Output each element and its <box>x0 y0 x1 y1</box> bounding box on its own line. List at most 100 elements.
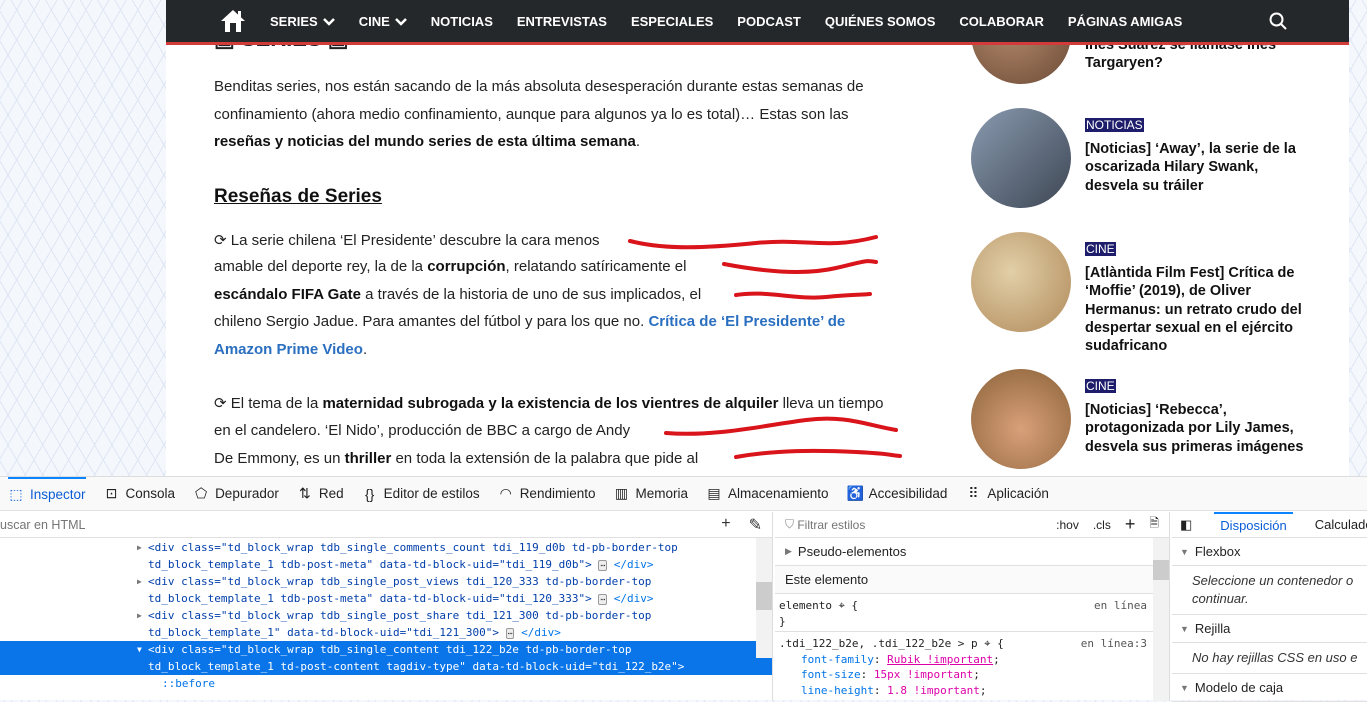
flexbox-section[interactable]: ▼ Flexbox <box>1172 538 1367 566</box>
add-rule-icon[interactable]: + <box>1125 514 1136 535</box>
nav-item-label: ENTREVISTAS <box>516 13 607 29</box>
html-node[interactable]: ▶ <div class="td_block_wrap tdb_single_po… <box>0 573 772 607</box>
pseudo-before-node[interactable]: ::before <box>0 675 772 692</box>
tab-label: Consola <box>125 486 176 501</box>
eyedropper-icon[interactable]: ✎ <box>749 515 762 535</box>
expand-triangle-icon[interactable]: ▶ <box>137 607 142 624</box>
text-line: escándalo FIFA Gate a través de la histo… <box>214 286 701 303</box>
node-line: <div class="td_block_wrap tdb_single_com… <box>148 541 678 554</box>
nav-item[interactable]: PODCAST <box>737 14 801 29</box>
category-badge[interactable]: CINE <box>1085 379 1116 393</box>
category-badge[interactable]: CINE <box>1085 242 1116 256</box>
css-declaration[interactable]: line-height: 1.8 !important; <box>779 683 1149 699</box>
closing-tag: </div> <box>521 626 561 639</box>
braces-icon: {} <box>364 485 375 502</box>
nav-item[interactable]: COLABORAR <box>959 14 1044 29</box>
filter-icon: ⛉ <box>785 517 798 531</box>
text-segment: . <box>362 341 368 358</box>
tab-aplicación[interactable]: ⠿ Aplicación <box>965 477 1049 511</box>
tab-computed[interactable]: Calculado <box>1315 517 1367 532</box>
sidebar-toggle-icon[interactable]: ◧ <box>1180 517 1192 533</box>
nav-item[interactable]: ENTREVISTAS <box>517 14 607 29</box>
filter-styles-input[interactable] <box>797 517 953 532</box>
nav-item[interactable]: CINE <box>359 14 407 29</box>
collapsed-children-icon[interactable]: ⋯ <box>598 594 608 605</box>
nav-item[interactable]: QUIÉNES SOMOS <box>825 14 936 29</box>
article-link[interactable]: Crítica de ‘El Presidente’ de <box>648 313 845 330</box>
css-declaration[interactable]: font-family: Rubik !important; <box>779 652 1149 668</box>
tab-label: Almacenamiento <box>728 486 829 501</box>
tab-consola[interactable]: ⊡ Consola <box>104 477 176 511</box>
tab-label: Rendimiento <box>519 486 596 501</box>
text-segment: ⟳ La serie chilena ‘El Presidente’ descu… <box>214 232 600 249</box>
tab-label: Red <box>318 486 344 501</box>
post-thumbnail[interactable] <box>971 369 1071 469</box>
article-link[interactable]: Amazon Prime Video <box>214 341 363 358</box>
css-property-name: font-family <box>801 652 874 666</box>
node-line-2: td_block_template_1" data-td-block-uid="… <box>137 624 772 641</box>
tab-rendimiento[interactable]: ◠ Rendimiento <box>498 477 596 511</box>
css-declaration[interactable]: font-size: 15px !important; <box>779 667 1149 683</box>
text-segment: chileno Sergio Jadue. Para amantes del f… <box>214 313 649 330</box>
print-media-icon[interactable]: 🗎 <box>1149 514 1159 535</box>
tab-almacenamiento[interactable]: ▤ Almacenamiento <box>706 477 829 511</box>
box-model-section[interactable]: ▼ Modelo de caja <box>1172 674 1367 702</box>
post-title-link[interactable]: [Atlàntida Film Fest] Crítica de ‘Moffie… <box>1085 264 1315 355</box>
tab-label: Memoria <box>635 486 688 501</box>
post-title-link[interactable]: [Noticias] ‘Rebecca’, protagonizada por … <box>1085 401 1315 456</box>
nav-item[interactable]: ESPECIALES <box>631 14 713 29</box>
expand-triangle-icon[interactable]: ▶ <box>137 539 142 556</box>
tab-red[interactable]: ⇅ Red <box>297 477 344 511</box>
css-property-value: 1.8 !important <box>887 683 980 697</box>
tab-accesibilidad[interactable]: ♿ Accesibilidad <box>847 477 948 511</box>
tab-editor-de-estilos[interactable]: {} Editor de estilos <box>362 477 480 511</box>
tab-depurador[interactable]: ⬠ Depurador <box>193 477 279 511</box>
collapsed-children-icon[interactable]: ⋯ <box>505 628 515 639</box>
tab-layout[interactable]: Disposición <box>1214 512 1293 537</box>
nav-item[interactable]: PÁGINAS AMIGAS <box>1068 14 1182 29</box>
text-line: De Emmony, es un thriller en toda la ext… <box>214 450 698 467</box>
html-node[interactable]: ▶ <div class="td_block_wrap tdb_single_po… <box>0 607 772 641</box>
tab-memoria[interactable]: ▥ Memoria <box>613 477 688 511</box>
html-node[interactable]: ▼ <div class="td_block_wrap tdb_single_co… <box>0 641 772 675</box>
nav-item-label: CINE <box>358 13 390 29</box>
hov-button[interactable]: :hov <box>1056 518 1079 532</box>
search-icon[interactable] <box>1269 12 1287 35</box>
expand-triangle-icon[interactable]: ▼ <box>137 641 142 658</box>
accessibility-icon: ♿ <box>846 485 864 501</box>
chevron-down-icon <box>394 14 407 29</box>
grid-section[interactable]: ▼ Rejilla <box>1172 615 1367 643</box>
post-thumbnail[interactable] <box>971 108 1071 208</box>
text-line: amable del deporte rey, la de la corrupc… <box>214 258 686 275</box>
node-line-2: td_block_template_1 tdb-post-meta" data-… <box>137 556 772 573</box>
text-segment: en toda la extensión de la palabra que p… <box>391 450 699 467</box>
html-node[interactable]: ▶ <div class="td_block_wrap tdb_single_co… <box>0 539 772 573</box>
tab-inspector[interactable]: ⬚ Inspector <box>8 476 86 511</box>
add-node-icon[interactable]: + <box>721 515 730 535</box>
tab-label: Inspector <box>30 487 86 502</box>
css-property-name: line-height <box>801 683 874 697</box>
home-icon[interactable] <box>220 8 246 34</box>
nav-item[interactable]: SERIES <box>270 14 335 29</box>
nav-item-label: SERIES <box>270 13 318 29</box>
closing-tag: </div> <box>613 558 654 571</box>
devtools-tabs: ⬚ Inspector ⊡ Consola ⬠ Depurador ⇅ Red {} Editor… <box>0 476 1367 511</box>
css-property-name: font-size <box>801 668 861 681</box>
category-badge[interactable]: NOTICIAS <box>1085 118 1144 132</box>
collapsed-children-icon[interactable]: ⋯ <box>598 560 608 571</box>
rules-scrollbar[interactable] <box>1153 538 1169 701</box>
node-line: <div class="td_block_wrap tdb_single_pos… <box>148 609 652 622</box>
post-thumbnail[interactable] <box>971 232 1071 332</box>
post-title-link[interactable]: [Noticias] ‘Away’, la serie de la oscari… <box>1085 140 1315 195</box>
network-icon: ⇅ <box>298 485 311 501</box>
inspector-icon: ⬚ <box>9 486 23 502</box>
html-search-input[interactable] <box>0 517 600 532</box>
pseudo-elements-toggle[interactable]: ▶ Pseudo-elementos <box>775 538 1169 566</box>
cls-button[interactable]: .cls <box>1093 518 1111 532</box>
text-segment: ⟳ El tema de la <box>214 395 323 412</box>
web-page: ▣ SERIES ▣ Reseñas de Series Benditas se… <box>166 0 1349 476</box>
text-segment: Benditas series, nos están sacando de la… <box>214 78 864 95</box>
expand-triangle-icon[interactable]: ▶ <box>137 573 142 590</box>
html-scrollbar[interactable] <box>756 538 772 658</box>
nav-item[interactable]: NOTICIAS <box>431 14 493 29</box>
